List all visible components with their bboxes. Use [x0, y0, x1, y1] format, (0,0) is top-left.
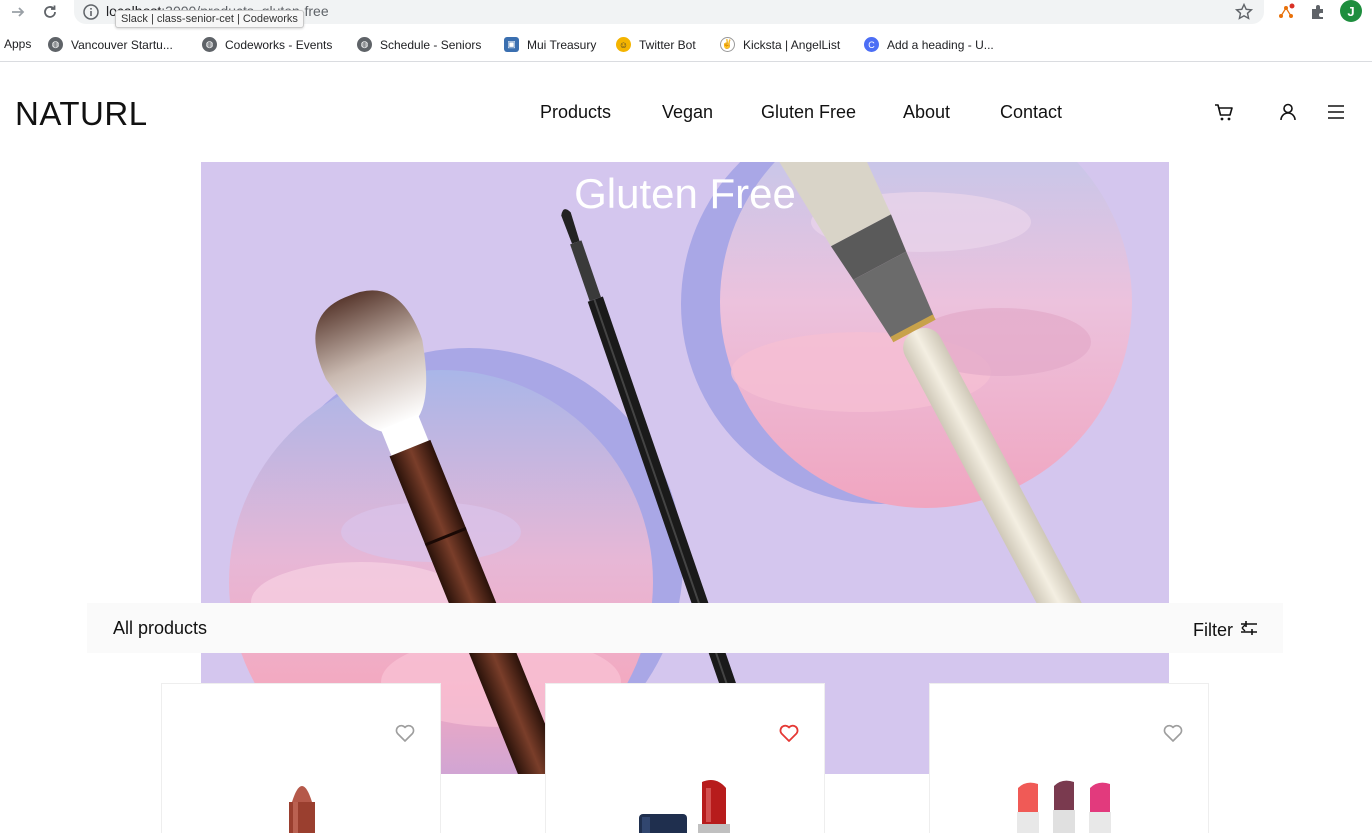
- bookmark-label: Kicksta | AngelList: [743, 37, 841, 52]
- site-info-icon[interactable]: [82, 3, 100, 21]
- chrome-divider: [0, 61, 1372, 62]
- product-image-lipstick-trio: [1017, 780, 1111, 833]
- bookmark-twitter-bot[interactable]: ☺ Twitter Bot: [616, 37, 696, 52]
- product-card[interactable]: [545, 683, 825, 833]
- bookmark-schedule-seniors[interactable]: ◍ Schedule - Seniors: [357, 37, 481, 52]
- reload-icon[interactable]: [40, 2, 60, 22]
- filter-button[interactable]: Filter: [1193, 618, 1259, 643]
- extension-network-icon[interactable]: [1276, 2, 1296, 22]
- globe-icon: ◍: [48, 37, 63, 52]
- filter-label: Filter: [1193, 620, 1233, 640]
- product-card[interactable]: [929, 683, 1209, 833]
- smiley-icon: ☺: [616, 37, 631, 52]
- product-image-lip-crayon: [289, 786, 315, 833]
- profile-avatar[interactable]: J: [1340, 0, 1362, 22]
- nav-about[interactable]: About: [903, 102, 950, 123]
- canva-icon: C: [864, 37, 879, 52]
- bookmark-vancouver-startups[interactable]: ◍ Vancouver Startu...: [48, 37, 173, 52]
- product-card[interactable]: [161, 683, 441, 833]
- filter-bar: All products Filter: [87, 603, 1283, 653]
- globe-icon: ◍: [202, 37, 217, 52]
- category-label: All products: [113, 618, 208, 638]
- bookmark-label: Add a heading - U...: [887, 37, 994, 52]
- nav-gluten-free[interactable]: Gluten Free: [761, 102, 856, 123]
- bookmark-add-heading[interactable]: C Add a heading - U...: [864, 37, 994, 52]
- globe-icon: ◍: [357, 37, 372, 52]
- nav-vegan[interactable]: Vegan: [662, 102, 713, 123]
- product-image-red-lipstick: [639, 780, 730, 833]
- browser-toolbar: localhost:3000/products_gluten-free Slac…: [0, 0, 1372, 28]
- forward-icon[interactable]: [8, 2, 28, 22]
- site-logo[interactable]: NATURL: [15, 95, 148, 133]
- tab-tooltip: Slack | class-senior-cet | Codeworks: [115, 10, 304, 28]
- bookmark-label: Vancouver Startu...: [71, 37, 173, 52]
- treasure-chest-icon: ▣: [504, 37, 519, 52]
- bookmark-label: Codeworks - Events: [225, 37, 333, 52]
- menu-icon[interactable]: [1325, 101, 1347, 123]
- extensions-puzzle-icon[interactable]: [1308, 2, 1328, 22]
- bookmark-apps[interactable]: Apps: [4, 37, 31, 51]
- bookmark-codeworks-events[interactable]: ◍ Codeworks - Events: [202, 37, 332, 52]
- cart-icon[interactable]: [1213, 101, 1235, 123]
- filter-sliders-icon: [1239, 618, 1259, 643]
- favorite-heart-icon[interactable]: [1162, 722, 1184, 744]
- bookmark-kicksta[interactable]: ✌ Kicksta | AngelList: [720, 37, 840, 52]
- nav-contact[interactable]: Contact: [1000, 102, 1062, 123]
- nav-products[interactable]: Products: [540, 102, 611, 123]
- favorite-heart-icon[interactable]: [778, 722, 800, 744]
- bookmark-star-icon[interactable]: [1234, 2, 1254, 22]
- favorite-heart-icon[interactable]: [394, 722, 416, 744]
- victory-hand-icon: ✌: [720, 37, 735, 52]
- bookmarks-bar: Apps ◍ Vancouver Startu... ◍ Codeworks -…: [0, 34, 1372, 56]
- hero-title: Gluten Free: [574, 170, 796, 217]
- user-icon[interactable]: [1277, 101, 1299, 123]
- bookmark-mui-treasury[interactable]: ▣ Mui Treasury: [504, 37, 596, 52]
- bookmark-label: Mui Treasury: [527, 37, 597, 52]
- bookmark-label: Schedule - Seniors: [380, 37, 482, 52]
- bookmark-label: Twitter Bot: [639, 37, 696, 52]
